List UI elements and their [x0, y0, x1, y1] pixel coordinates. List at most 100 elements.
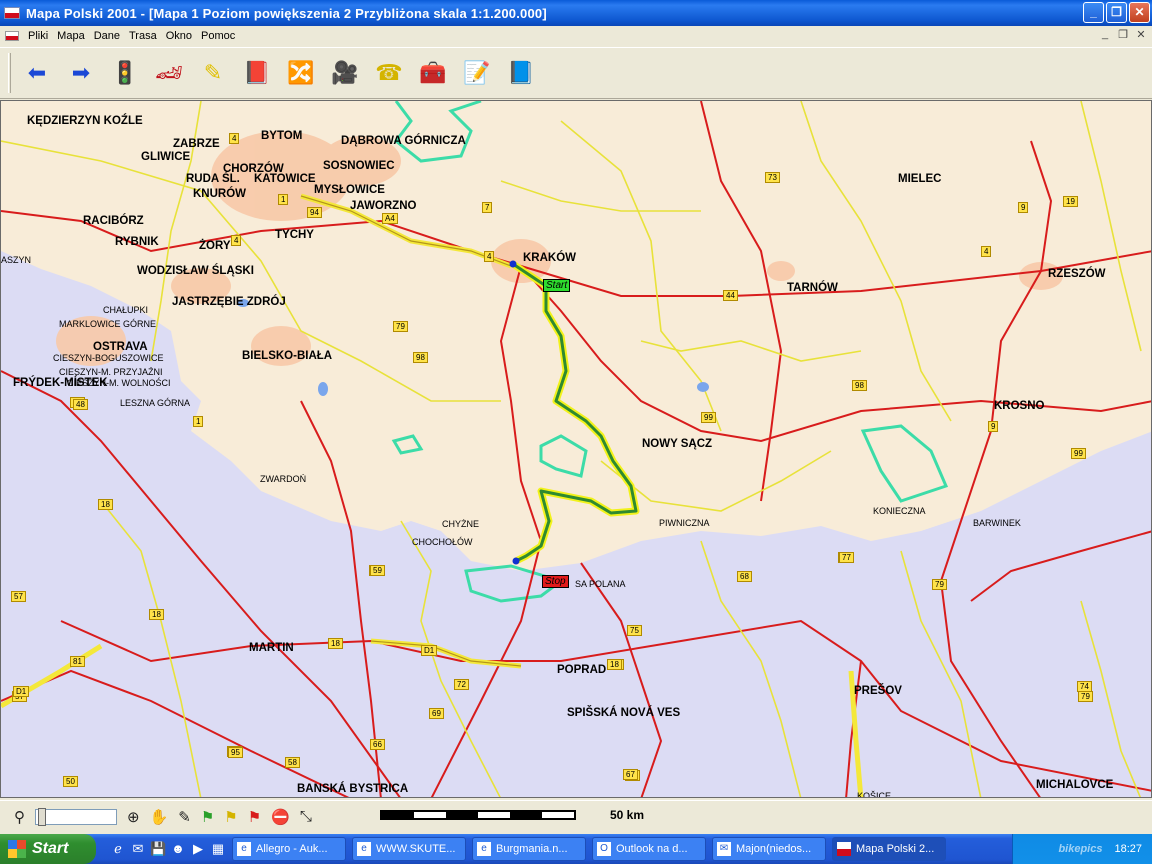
- menu-trasa[interactable]: Trasa: [126, 30, 163, 42]
- city-label[interactable]: JASTRZĘBIE ZDRÓJ: [172, 296, 286, 308]
- measure-icon[interactable]: ⤡: [300, 808, 312, 825]
- town-label[interactable]: CHAŁUPKI: [103, 305, 148, 315]
- city-label[interactable]: BANSKÁ BYSTRICA: [297, 783, 408, 795]
- city-label[interactable]: TARNÓW: [787, 282, 838, 294]
- yellow-flag-icon[interactable]: ⚑: [224, 808, 237, 826]
- town-label[interactable]: CHOCHOŁÓW: [412, 537, 473, 547]
- messenger-icon[interactable]: ☻: [170, 841, 186, 857]
- city-label[interactable]: POPRAD: [557, 664, 606, 676]
- city-label[interactable]: DĄBROWA GÓRNICZA: [341, 135, 466, 147]
- town-label[interactable]: LESZNA GÓRNA: [120, 398, 190, 408]
- task-mapa-polski[interactable]: Mapa Polski 2...: [832, 837, 946, 861]
- show-desktop-icon[interactable]: ▦: [210, 841, 226, 857]
- traffic-light-icon[interactable]: 🚦: [107, 55, 143, 91]
- race-car-icon[interactable]: 🏎: [151, 55, 187, 91]
- city-label[interactable]: PREŠOV: [854, 685, 902, 697]
- zoom-slider-thumb[interactable]: [38, 807, 46, 826]
- stop-sign-icon[interactable]: ⛔: [271, 808, 290, 826]
- city-label[interactable]: MYSŁOWICE: [314, 184, 385, 196]
- stop-marker[interactable]: Stop: [542, 575, 569, 588]
- city-label[interactable]: NOWY SĄCZ: [642, 438, 712, 450]
- task-burgmania[interactable]: e Burgmania.n...: [472, 837, 586, 861]
- city-label[interactable]: KROSNO: [994, 400, 1044, 412]
- red-book-icon[interactable]: 📕: [239, 55, 275, 91]
- city-label[interactable]: MARTIN: [249, 642, 294, 654]
- camera-icon[interactable]: 🎥: [327, 55, 363, 91]
- window-title-bar[interactable]: Mapa Polski 2001 - [Mapa 1 Poziom powięk…: [0, 0, 1152, 26]
- doc-restore-button[interactable]: ❐: [1116, 28, 1130, 41]
- town-label[interactable]: PIWNICZNA: [659, 518, 710, 528]
- city-label[interactable]: RYBNIK: [115, 236, 159, 248]
- city-label[interactable]: KRAKÓW: [523, 252, 576, 264]
- town-label[interactable]: ZWARDOŃ: [260, 474, 306, 484]
- menu-mapa[interactable]: Mapa: [54, 30, 91, 42]
- town-label[interactable]: CIESZYN-BOGUSZOWICE: [53, 353, 164, 363]
- town-label[interactable]: BARWINEK: [973, 518, 1021, 528]
- ie-icon[interactable]: ℯ: [110, 841, 126, 857]
- town-label[interactable]: MARKLOWICE GÓRNE: [59, 319, 156, 329]
- menu-pliki[interactable]: Pliki: [25, 30, 54, 42]
- city-label[interactable]: JAWORZNO: [350, 200, 416, 212]
- town-label[interactable]: SA POLANA: [575, 579, 626, 589]
- zoom-in-icon[interactable]: ⊕: [127, 808, 140, 826]
- city-label[interactable]: RZESZÓW: [1048, 268, 1106, 280]
- toolbar-grip[interactable]: [8, 53, 11, 93]
- city-label[interactable]: RACIBÓRZ: [83, 215, 144, 227]
- doc-minimize-button[interactable]: _: [1098, 28, 1112, 41]
- map-canvas[interactable]: KĘDZIERZYN KOŹLE BYTOM ZABRZE DĄBROWA GÓRNI…: [0, 100, 1152, 798]
- town-label[interactable]: CIESZYN-M. WOLNOŚCI: [67, 378, 171, 388]
- city-label[interactable]: SPIŠSKÁ NOVÁ VES: [567, 707, 680, 719]
- media-player-icon[interactable]: ▶: [190, 841, 206, 857]
- task-allegro[interactable]: e Allegro - Auk...: [232, 837, 346, 861]
- menu-okno[interactable]: Okno: [163, 30, 198, 42]
- document-flag-icon[interactable]: [5, 31, 19, 41]
- info-document-icon[interactable]: 📝: [459, 55, 495, 91]
- restore-button[interactable]: ❐: [1106, 2, 1127, 23]
- start-marker[interactable]: Start: [543, 279, 571, 292]
- town-label[interactable]: CIESZYN-M. PRZYJAŹNI: [59, 367, 163, 377]
- city-label[interactable]: KATOWICE: [254, 173, 316, 185]
- menu-pomoc[interactable]: Pomoc: [198, 30, 241, 42]
- task-outlook[interactable]: O Outlook na d...: [592, 837, 706, 861]
- city-label[interactable]: MICHALOVCE: [1036, 779, 1113, 791]
- doc-close-button[interactable]: ✕: [1134, 28, 1148, 41]
- task-majon[interactable]: ✉ Majon(niedos...: [712, 837, 826, 861]
- city-label[interactable]: KĘDZIERZYN KOŹLE: [27, 115, 143, 127]
- outlook-icon[interactable]: ✉: [130, 841, 146, 857]
- city-label[interactable]: BYTOM: [261, 130, 302, 142]
- city-label[interactable]: ŻORY: [199, 240, 231, 252]
- town-label[interactable]: KONIECZNA: [873, 506, 926, 516]
- first-aid-icon[interactable]: 🧰: [415, 55, 451, 91]
- red-flag-icon[interactable]: ⚑: [248, 808, 261, 826]
- town-label[interactable]: KOŠICE: [857, 791, 891, 797]
- zoom-slider[interactable]: [35, 807, 117, 826]
- city-label[interactable]: SOSNOWIEC: [323, 160, 395, 172]
- hand-icon[interactable]: ✋: [150, 808, 169, 826]
- minimize-button[interactable]: _: [1083, 2, 1104, 23]
- city-label[interactable]: BIELSKO-BIAŁA: [242, 350, 332, 362]
- eraser-icon[interactable]: ✎: [195, 55, 231, 91]
- city-label[interactable]: MIELEC: [898, 173, 941, 185]
- city-label[interactable]: OSTRAVA: [93, 341, 148, 353]
- green-flag-icon[interactable]: ⚑: [201, 808, 214, 826]
- back-arrow-icon[interactable]: ⬅: [19, 55, 55, 91]
- pin-icon[interactable]: ✎: [178, 808, 191, 826]
- city-label[interactable]: ZABRZE: [173, 138, 220, 150]
- city-label[interactable]: KNURÓW: [193, 188, 246, 200]
- start-button[interactable]: Start: [0, 834, 96, 864]
- close-button[interactable]: ✕: [1129, 2, 1150, 23]
- city-label[interactable]: GLIWICE: [141, 151, 190, 163]
- save-icon[interactable]: 💾: [150, 841, 166, 857]
- town-label[interactable]: ASZYN: [1, 255, 31, 265]
- help-book-icon[interactable]: 📘: [503, 55, 539, 91]
- city-label[interactable]: TYCHY: [275, 229, 314, 241]
- route-sign-icon[interactable]: 🔀: [283, 55, 319, 91]
- zoom-out-icon[interactable]: ⚲: [14, 808, 25, 826]
- town-label[interactable]: CHYŻNE: [442, 519, 479, 529]
- telephone-icon[interactable]: ☎: [371, 55, 407, 91]
- forward-arrow-icon[interactable]: ➡: [63, 55, 99, 91]
- city-label[interactable]: RUDA ŚL.: [186, 173, 240, 185]
- clock[interactable]: 18:27: [1114, 843, 1142, 855]
- menu-dane[interactable]: Dane: [91, 30, 126, 42]
- city-label[interactable]: WODZISŁAW ŚLĄSKI: [137, 265, 254, 277]
